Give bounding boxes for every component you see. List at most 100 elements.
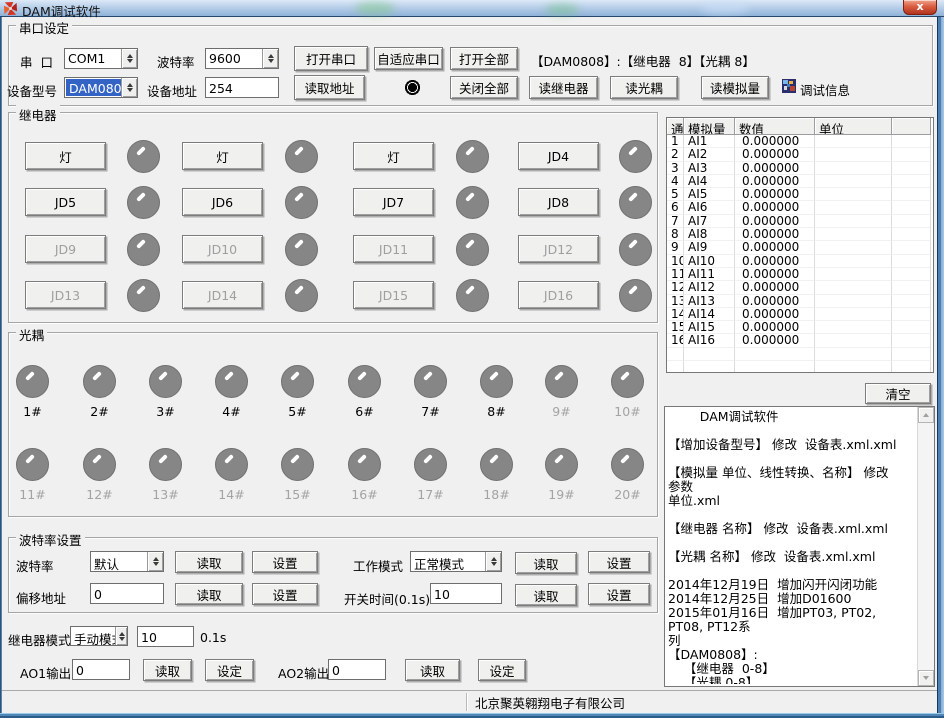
close-button[interactable]: x: [903, 0, 937, 15]
opto-led-indicator-6: [348, 365, 381, 398]
serial-port-select[interactable]: COM1: [64, 48, 138, 69]
baud-set-button[interactable]: 设置: [252, 551, 318, 573]
ao2-set-button[interactable]: 设定: [478, 659, 526, 681]
work-mode-label: 工作模式: [353, 556, 403, 575]
analog-table-row[interactable]: 16AI160.000000: [667, 334, 933, 347]
analog-table-row[interactable]: 9AI90.000000: [667, 241, 933, 254]
switch-time-read-button[interactable]: 读取: [515, 584, 577, 606]
read-relay-button[interactable]: 读继电器: [529, 76, 598, 99]
baud-setting-select[interactable]: 默认: [90, 551, 164, 572]
relay-button-7[interactable]: JD7: [353, 188, 434, 216]
ao2-field[interactable]: [328, 659, 386, 680]
table-cell: [892, 188, 931, 201]
analog-table-row[interactable]: 5AI50.000000: [667, 188, 933, 201]
auto-serial-button[interactable]: 自适应串口: [374, 47, 443, 70]
analog-table-row[interactable]: 13AI130.000000: [667, 295, 933, 308]
chevron-down-icon[interactable]: [262, 49, 278, 68]
offset-set-button[interactable]: 设置: [252, 583, 318, 605]
close-all-button[interactable]: 关闭全部: [450, 76, 518, 99]
open-all-button[interactable]: 打开全部: [450, 47, 518, 70]
read-analog-button[interactable]: 读模拟量: [701, 76, 769, 99]
analog-table-row[interactable]: 10AI100.000000: [667, 255, 933, 268]
chevron-down-icon[interactable]: [121, 49, 137, 68]
switch-time-field[interactable]: [430, 583, 502, 604]
ao1-field[interactable]: [72, 659, 130, 680]
debug-info-label[interactable]: 调试信息: [800, 80, 850, 99]
relay-time-field[interactable]: [137, 626, 194, 647]
clear-log-button[interactable]: 清空: [865, 383, 931, 404]
opto-channel-label-14: 14#: [211, 487, 252, 502]
analog-table-row[interactable]: 2AI20.000000: [667, 148, 933, 161]
relay-button-8[interactable]: JD8: [518, 188, 599, 216]
analog-table-row[interactable]: 15AI150.000000: [667, 321, 933, 334]
company-label: 北京聚英翱翔电子有限公司: [475, 693, 625, 712]
chevron-down-icon[interactable]: [485, 552, 501, 571]
relay-button-5[interactable]: JD5: [25, 188, 106, 216]
scroll-up-icon[interactable]: [918, 407, 934, 423]
analog-table-row[interactable]: 1AI10.000000: [667, 135, 933, 148]
table-cell: 0.000000: [735, 162, 815, 175]
ao2-read-button[interactable]: 读取: [405, 659, 460, 681]
opto-channel-label-6: 6#: [344, 404, 385, 419]
ao1-read-button[interactable]: 读取: [143, 659, 192, 681]
table-cell: 4: [667, 175, 684, 188]
read-opto-button[interactable]: 读光耦: [610, 76, 678, 99]
window-title: DAM调试软件: [22, 1, 101, 20]
table-cell: 0.000000: [735, 241, 815, 254]
table-cell: AI4: [684, 175, 735, 188]
open-serial-button[interactable]: 打开串口: [294, 46, 368, 71]
analog-table-row[interactable]: 4AI40.000000: [667, 175, 933, 188]
table-cell: [892, 255, 931, 268]
work-mode-set-button[interactable]: 设置: [588, 551, 650, 573]
log-panel[interactable]: DAM调试软件 【增加设备型号】 修改 设备表.xml.xml 【模拟量 单位、…: [664, 406, 935, 687]
opto-channel-label-1: 1#: [12, 404, 53, 419]
opto-channel-label-12: 12#: [79, 487, 120, 502]
work-mode-select[interactable]: 正常模式: [410, 551, 502, 572]
table-cell: 11: [667, 268, 684, 281]
analog-table-row[interactable]: 12AI120.000000: [667, 281, 933, 294]
read-address-button[interactable]: 读取地址: [294, 75, 365, 100]
debug-info-icon[interactable]: [782, 78, 796, 97]
table-cell: 0.000000: [735, 281, 815, 294]
column-header-5[interactable]: [892, 118, 931, 135]
analog-table-row[interactable]: 11AI110.000000: [667, 268, 933, 281]
column-header-2[interactable]: 模拟量: [684, 118, 735, 135]
baud-rate-select[interactable]: 9600: [205, 48, 279, 69]
chevron-down-icon[interactable]: [121, 78, 137, 97]
analog-table-row[interactable]: 7AI70.000000: [667, 215, 933, 228]
relay-button-1[interactable]: 灯: [25, 142, 106, 170]
chevron-down-icon[interactable]: [147, 552, 163, 571]
switch-time-set-button[interactable]: 设置: [588, 583, 650, 605]
opto-led-indicator-18: [480, 448, 513, 481]
relay-button-13: JD13: [25, 281, 106, 309]
ao1-set-button[interactable]: 设定: [205, 659, 254, 681]
relay-button-4[interactable]: JD4: [518, 142, 599, 170]
column-header-3[interactable]: 数值: [735, 118, 815, 135]
log-scrollbar[interactable]: [917, 407, 934, 686]
relay-button-6[interactable]: JD6: [182, 188, 263, 216]
baud-read-button[interactable]: 读取: [175, 551, 243, 573]
table-cell: [892, 135, 931, 148]
analog-table-row[interactable]: 3AI30.000000: [667, 162, 933, 175]
analog-table-row[interactable]: 6AI60.000000: [667, 201, 933, 214]
relay-button-3[interactable]: 灯: [353, 142, 434, 170]
device-model-select[interactable]: DAM0808: [64, 77, 138, 98]
opto-led-indicator-15: [281, 448, 314, 481]
relay-button-2[interactable]: 灯: [182, 142, 263, 170]
relay-mode-select[interactable]: 手动模式: [70, 626, 128, 646]
table-cell: AI6: [684, 201, 735, 214]
analog-table-row[interactable]: 14AI140.000000: [667, 308, 933, 321]
opto-channel-label-7: 7#: [410, 404, 451, 419]
work-mode-read-button[interactable]: 读取: [515, 552, 577, 574]
table-cell: [667, 361, 684, 373]
device-address-field[interactable]: [205, 77, 279, 98]
offset-address-field[interactable]: [90, 583, 164, 604]
analog-table-row[interactable]: 8AI80.000000: [667, 228, 933, 241]
offset-read-button[interactable]: 读取: [175, 583, 243, 605]
column-header-1[interactable]: 通: [667, 118, 684, 135]
column-header-4[interactable]: 单位: [815, 118, 892, 135]
chevron-down-icon[interactable]: [115, 627, 127, 645]
table-cell: AI9: [684, 241, 735, 254]
analog-table[interactable]: 通模拟量数值单位 1AI10.0000002AI20.0000003AI30.0…: [666, 117, 934, 373]
scroll-down-icon[interactable]: [918, 670, 934, 686]
